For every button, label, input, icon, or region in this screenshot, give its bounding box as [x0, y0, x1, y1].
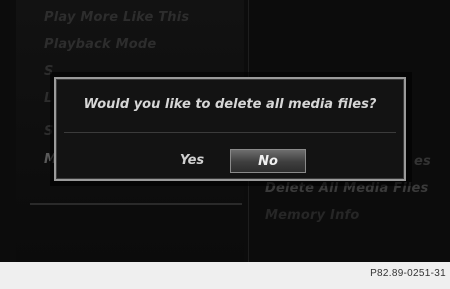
- display-screen: Play More Like This Playback Mode S L S …: [0, 0, 450, 262]
- menu-item-memory-info[interactable]: Memory Info: [265, 208, 360, 223]
- menu-divider-line: [30, 203, 242, 205]
- menu-item-playback-mode[interactable]: Playback Mode: [44, 37, 156, 52]
- no-button[interactable]: No: [230, 149, 306, 173]
- dialog-message: Would you like to delete all media files…: [83, 97, 377, 112]
- figure-code: P82.89-0251-31: [370, 268, 446, 279]
- menu-item-right-1[interactable]: es: [414, 154, 431, 169]
- yes-button[interactable]: Yes: [166, 149, 218, 173]
- dialog-separator: [64, 132, 396, 133]
- menu-item-play-more-like-this[interactable]: Play More Like This: [44, 10, 189, 25]
- confirm-dialog: Would you like to delete all media files…: [54, 77, 406, 181]
